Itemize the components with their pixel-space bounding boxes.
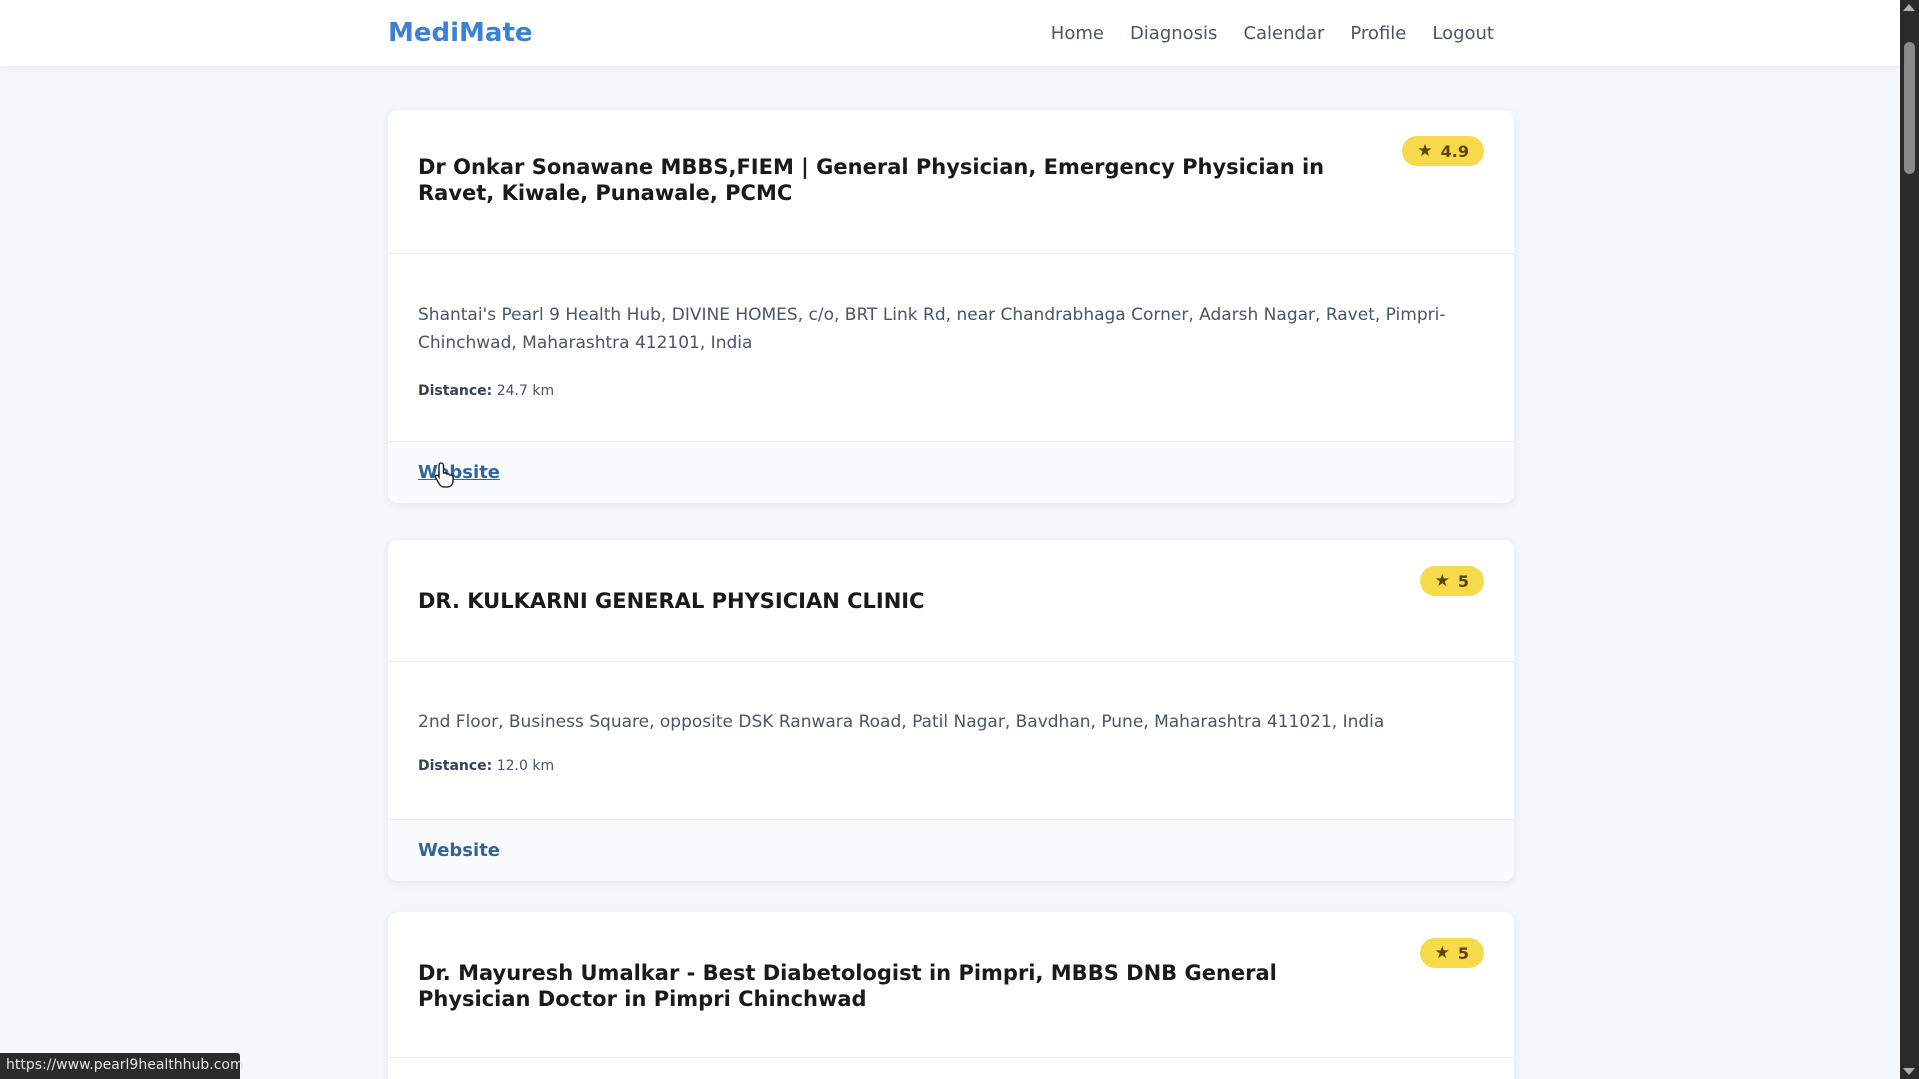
hand-cursor-icon [434, 462, 454, 488]
doctor-distance: Distance: 24.7 km [418, 383, 554, 399]
doctor-card: DR. KULKARNI GENERAL PHYSICIAN CLINIC ★ … [388, 540, 1514, 881]
rating-value: 5 [1457, 943, 1469, 963]
scroll-up-arrow-icon[interactable] [1903, 4, 1915, 11]
nav-calendar[interactable]: Calendar [1243, 23, 1324, 44]
card-header: Dr. Mayuresh Umalkar - Best Diabetologis… [388, 912, 1514, 1058]
rating-value: 4.9 [1440, 141, 1469, 161]
rating-badge: ★ 5 [1419, 566, 1484, 596]
brand-logo[interactable]: MediMate [388, 18, 533, 48]
distance-label: Distance: [418, 383, 493, 399]
scroll-thumb[interactable] [1904, 42, 1915, 174]
nav-links: Home Diagnosis Calendar Profile Logout [1051, 0, 1494, 66]
website-link[interactable]: Website [418, 462, 500, 483]
doctor-name: DR. KULKARNI GENERAL PHYSICIAN CLINIC [418, 589, 925, 613]
page-scrollbar[interactable] [1900, 0, 1919, 1079]
doctor-name: Dr Onkar Sonawane MBBS,FIEM | General Ph… [418, 155, 1325, 205]
rating-badge: ★ 5 [1419, 938, 1484, 968]
star-icon: ★ [1417, 140, 1433, 161]
nav-profile[interactable]: Profile [1350, 23, 1406, 44]
viewport: MediMate Home Diagnosis Calendar Profile… [0, 0, 1919, 1079]
rating-badge: ★ 4.9 [1402, 136, 1484, 166]
doctor-card: Dr. Mayuresh Umalkar - Best Diabetologis… [388, 912, 1514, 1079]
star-icon: ★ [1434, 942, 1450, 963]
doctor-name: Dr. Mayuresh Umalkar - Best Diabetologis… [418, 961, 1277, 1011]
card-body: Shantai's Pearl 9 Health Hub, DIVINE HOM… [388, 254, 1514, 441]
top-navbar: MediMate Home Diagnosis Calendar Profile… [0, 0, 1900, 66]
nav-logout[interactable]: Logout [1432, 23, 1494, 44]
doctor-address: 2nd Floor, Business Square, opposite DSK… [418, 712, 1385, 732]
scroll-down-arrow-icon[interactable] [1903, 1068, 1915, 1075]
card-footer: Website [388, 441, 1514, 503]
card-body: 2nd Floor, Business Square, opposite DSK… [388, 662, 1514, 819]
nav-diagnosis[interactable]: Diagnosis [1130, 23, 1218, 44]
rating-value: 5 [1457, 571, 1469, 591]
distance-label: Distance: [418, 758, 493, 774]
status-bar-url: https://www.pearl9healthhub.com [0, 1053, 244, 1079]
nav-home[interactable]: Home [1051, 23, 1104, 44]
distance-value: 24.7 km [496, 383, 555, 399]
card-footer: Website [388, 819, 1514, 881]
card-header: DR. KULKARNI GENERAL PHYSICIAN CLINIC ★ … [388, 540, 1514, 662]
card-header: Dr Onkar Sonawane MBBS,FIEM | General Ph… [388, 110, 1514, 254]
distance-value: 12.0 km [496, 758, 555, 774]
star-icon: ★ [1434, 570, 1450, 591]
doctor-distance: Distance: 12.0 km [418, 758, 554, 774]
doctor-address: Shantai's Pearl 9 Health Hub, DIVINE HOM… [418, 305, 1446, 353]
doctor-card: Dr Onkar Sonawane MBBS,FIEM | General Ph… [388, 110, 1514, 503]
website-link[interactable]: Website [418, 840, 500, 861]
